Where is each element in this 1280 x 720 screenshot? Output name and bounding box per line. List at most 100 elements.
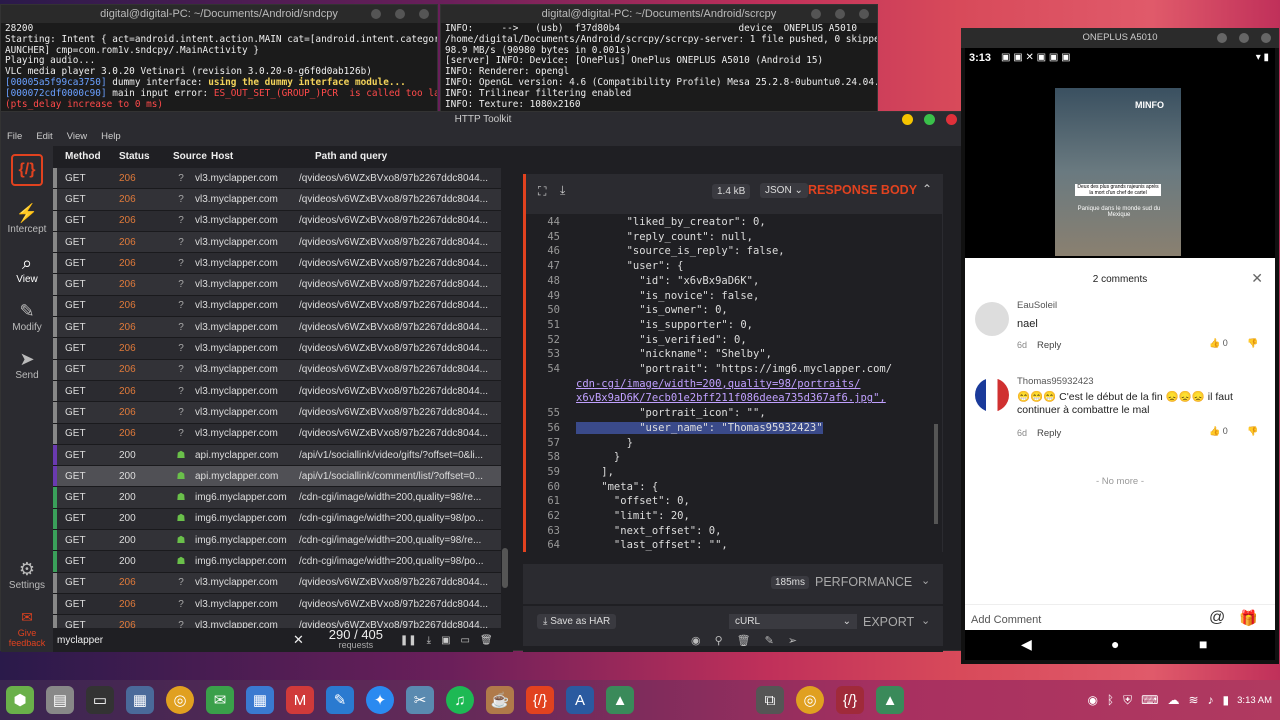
- http-toolkit-icon[interactable]: {/}: [526, 686, 554, 714]
- send-icon[interactable]: ➢: [788, 634, 797, 647]
- menu-edit[interactable]: Edit: [36, 128, 52, 146]
- app-menu-icon[interactable]: ⬢: [6, 686, 34, 714]
- reply-button[interactable]: Reply: [1037, 428, 1061, 439]
- running-app-icon[interactable]: ⧉: [756, 686, 784, 714]
- home-icon[interactable]: ●: [1111, 636, 1119, 652]
- sidebar-item-feedback[interactable]: ✉ Give feedback: [1, 606, 53, 648]
- table-row[interactable]: GET 200 ☗ api.myclapper.com /api/v1/soci…: [53, 466, 501, 488]
- dislike-icon[interactable]: 👎: [1247, 426, 1258, 437]
- maximize-button[interactable]: [395, 9, 405, 19]
- performance-card[interactable]: 185ms PERFORMANCE ⌄: [523, 564, 943, 604]
- add-comment-input[interactable]: Add Comment: [971, 614, 1041, 626]
- table-row[interactable]: GET 206 ? vl3.myclapper.com /qvideos/v6W…: [53, 317, 501, 339]
- sidebar-item-settings[interactable]: ⚙ Settings: [1, 558, 53, 591]
- battery-icon[interactable]: ▮: [1223, 693, 1230, 708]
- close-icon[interactable]: ✕: [1251, 270, 1263, 287]
- apps-icon[interactable]: ▦: [246, 686, 274, 714]
- col-status[interactable]: Status: [119, 146, 173, 168]
- col-source[interactable]: Source: [173, 146, 211, 168]
- col-host[interactable]: Host: [211, 146, 315, 168]
- pause-icon[interactable]: ❚❚: [400, 635, 417, 646]
- table-row[interactable]: GET 206 ? vl3.myclapper.com /qvideos/v6W…: [53, 189, 501, 211]
- android-studio-icon[interactable]: ▲: [606, 686, 634, 714]
- tray-app-icon[interactable]: ◉: [1087, 693, 1097, 708]
- inkscape-icon[interactable]: A: [566, 686, 594, 714]
- avatar[interactable]: [975, 378, 1009, 412]
- table-row[interactable]: GET 200 ☗ img6.myclapper.com /cdn-cgi/im…: [53, 508, 501, 531]
- files-icon[interactable]: ▤: [46, 686, 74, 714]
- table-row[interactable]: GET 206 ? vl3.myclapper.com /qvideos/v6W…: [53, 593, 501, 616]
- save-body-icon[interactable]: ⤓: [560, 183, 565, 198]
- chat-icon[interactable]: ✉: [206, 686, 234, 714]
- table-row[interactable]: GET 200 ☗ img6.myclapper.com /cdn-cgi/im…: [53, 530, 501, 552]
- table-row[interactable]: GET 206 ? vl3.myclapper.com /qvideos/v6W…: [53, 402, 501, 424]
- sidebar-item-modify[interactable]: ✎ Modify: [1, 300, 53, 333]
- collapse-icon[interactable]: ⌃: [922, 182, 932, 196]
- sidebar-item-view[interactable]: ⌕ View: [1, 252, 53, 285]
- list-scrollbar[interactable]: [501, 168, 509, 628]
- dislike-icon[interactable]: 👎: [1247, 338, 1258, 349]
- table-row[interactable]: GET 206 ? vl3.myclapper.com /qvideos/v6W…: [53, 253, 501, 275]
- table-row[interactable]: GET 206 ? vl3.myclapper.com /qvideos/v6W…: [53, 615, 501, 628]
- table-row[interactable]: GET 206 ? vl3.myclapper.com /qvideos/v6W…: [53, 274, 501, 296]
- table-row[interactable]: GET 206 ? vl3.myclapper.com /qvideos/v6W…: [53, 423, 501, 445]
- trash-icon[interactable]: 🗑: [737, 634, 751, 647]
- minimize-button[interactable]: [811, 9, 821, 19]
- code-scrollbar[interactable]: [934, 424, 938, 524]
- like-button[interactable]: 👍 0: [1209, 426, 1228, 437]
- table-row[interactable]: GET 206 ? vl3.myclapper.com /qvideos/v6W…: [53, 210, 501, 232]
- avatar[interactable]: [975, 302, 1009, 336]
- terminal-scrcpy[interactable]: digital@digital-PC: ~/Documents/Android/…: [440, 4, 878, 112]
- editor-icon[interactable]: ✎: [326, 686, 354, 714]
- chevron-down-icon[interactable]: ⌄: [921, 574, 930, 587]
- json-viewer[interactable]: 44 "liked_by_creator": 0, 45 "reply_count…: [526, 214, 942, 552]
- pin-icon[interactable]: ⚲: [715, 634, 723, 647]
- phone-screen[interactable]: 3:13 ▣ ▣ ✕ ▣ ▣ ▣ ▾ ▮ MINFO Deux des plus…: [965, 48, 1275, 660]
- menu-view[interactable]: View: [67, 128, 87, 146]
- gift-icon[interactable]: 🎁: [1239, 609, 1258, 627]
- eye-icon[interactable]: ◉: [691, 634, 701, 647]
- like-button[interactable]: 👍 0: [1209, 338, 1228, 349]
- back-icon[interactable]: ◀: [1021, 636, 1032, 653]
- save-har-button[interactable]: ⤓ Save as HAR: [537, 614, 617, 629]
- close-button[interactable]: [859, 9, 869, 19]
- folder-icon[interactable]: ▭: [461, 635, 470, 646]
- recents-icon[interactable]: ■: [1199, 636, 1207, 652]
- table-row[interactable]: GET 200 ☗ img6.myclapper.com /cdn-cgi/im…: [53, 551, 501, 573]
- table-row[interactable]: GET 206 ? vl3.myclapper.com /qvideos/v6W…: [53, 380, 501, 403]
- filter-input[interactable]: [53, 634, 293, 646]
- table-row[interactable]: GET 206 ? vl3.myclapper.com /qvideos/v6W…: [53, 231, 501, 254]
- terminal-sndcpy[interactable]: digital@digital-PC: ~/Documents/Android/…: [0, 4, 438, 112]
- comment-user[interactable]: Thomas95932423: [1017, 376, 1094, 387]
- table-row[interactable]: GET 206 ? vl3.myclapper.com /qvideos/v6W…: [53, 295, 501, 318]
- table-row[interactable]: GET 200 ☗ img6.myclapper.com /cdn-cgi/im…: [53, 487, 501, 509]
- close-button[interactable]: [946, 114, 957, 125]
- format-select[interactable]: JSON ⌄: [760, 183, 808, 198]
- running-chrome-icon[interactable]: ◎: [796, 686, 824, 714]
- coffee-icon[interactable]: ☕: [486, 686, 514, 714]
- minimize-button[interactable]: [371, 9, 381, 19]
- shield-icon[interactable]: ⛨: [1123, 693, 1132, 708]
- table-row[interactable]: GET 206 ? vl3.myclapper.com /qvideos/v6W…: [53, 168, 501, 190]
- chevron-down-icon[interactable]: ⌄: [921, 614, 930, 627]
- reply-button[interactable]: Reply: [1037, 340, 1061, 351]
- minimize-button[interactable]: [902, 114, 913, 125]
- close-button[interactable]: [419, 9, 429, 19]
- table-row[interactable]: GET 206 ? vl3.myclapper.com /qvideos/v6W…: [53, 572, 501, 594]
- running-android-icon[interactable]: ▲: [876, 686, 904, 714]
- audio-icon[interactable]: ♪: [1208, 693, 1214, 708]
- table-row[interactable]: GET 206 ? vl3.myclapper.com /qvideos/v6W…: [53, 359, 501, 381]
- monitor-icon[interactable]: ▦: [126, 686, 154, 714]
- video-area[interactable]: 3:13 ▣ ▣ ✕ ▣ ▣ ▣ ▾ ▮ MINFO Deux des plus…: [965, 48, 1275, 258]
- terminal-icon[interactable]: ▭: [86, 686, 114, 714]
- expand-icon[interactable]: ⛶: [538, 184, 546, 199]
- table-row[interactable]: GET 200 ☗ api.myclapper.com /api/v1/soci…: [53, 444, 501, 467]
- sidebar-item-send[interactable]: ➤ Send: [1, 348, 53, 381]
- export-format-select[interactable]: cURL ⌄: [729, 614, 857, 629]
- menu-file[interactable]: File: [7, 128, 22, 146]
- messenger-icon[interactable]: ✦: [366, 686, 394, 714]
- chrome-icon[interactable]: ◎: [166, 686, 194, 714]
- close-button[interactable]: [1261, 33, 1271, 43]
- comment-user[interactable]: EauSoleil: [1017, 300, 1057, 311]
- minimize-button[interactable]: [1217, 33, 1227, 43]
